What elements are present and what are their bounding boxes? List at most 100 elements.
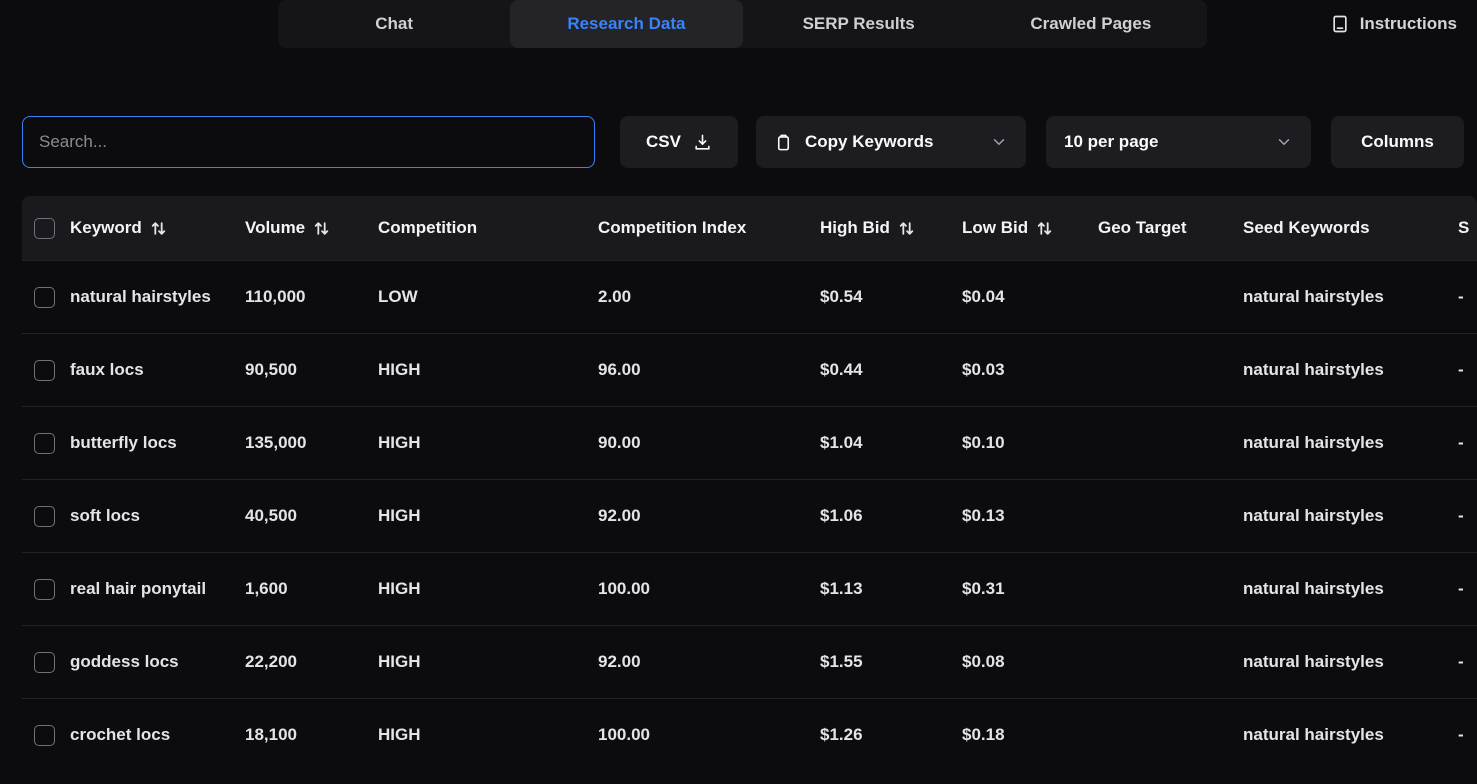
- high-bid-cell: $0.44: [820, 360, 962, 380]
- sort-icon[interactable]: [150, 220, 167, 237]
- competition-index-cell: 92.00: [598, 652, 820, 672]
- low-bid-cell: $0.08: [962, 652, 1098, 672]
- high-bid-cell: $0.54: [820, 287, 962, 307]
- keyword-cell: soft locs: [70, 506, 245, 526]
- row-checkbox[interactable]: [34, 287, 55, 308]
- truncated-cell: -: [1458, 433, 1477, 453]
- row-checkbox[interactable]: [34, 360, 55, 381]
- truncated-cell: -: [1458, 506, 1477, 526]
- table-row: soft locs 40,500 HIGH 92.00 $1.06 $0.13 …: [22, 479, 1477, 552]
- competition-cell: HIGH: [378, 579, 598, 599]
- sort-icon[interactable]: [1036, 220, 1053, 237]
- keyword-cell: crochet locs: [70, 725, 245, 745]
- high-bid-cell: $1.06: [820, 506, 962, 526]
- volume-cell: 110,000: [245, 287, 378, 307]
- column-header-low-bid[interactable]: Low Bid: [962, 218, 1098, 238]
- seed-keywords-cell: natural hairstyles: [1243, 579, 1458, 599]
- tab-crawled-pages[interactable]: Crawled Pages: [975, 0, 1207, 48]
- per-page-select[interactable]: 10 per page: [1046, 116, 1311, 168]
- low-bid-cell: $0.10: [962, 433, 1098, 453]
- row-checkbox[interactable]: [34, 433, 55, 454]
- column-header-high-bid[interactable]: High Bid: [820, 218, 962, 238]
- instructions-button[interactable]: Instructions: [1330, 11, 1457, 37]
- volume-cell: 40,500: [245, 506, 378, 526]
- competition-cell: LOW: [378, 287, 598, 307]
- high-bid-cell: $1.55: [820, 652, 962, 672]
- keywords-table: Keyword Volume Competiti: [22, 196, 1477, 784]
- high-bid-cell: $1.04: [820, 433, 962, 453]
- column-header-competition: Competition: [378, 218, 598, 238]
- competition-index-cell: 100.00: [598, 725, 820, 745]
- seed-keywords-cell: natural hairstyles: [1243, 287, 1458, 307]
- competition-index-cell: 2.00: [598, 287, 820, 307]
- per-page-value: 10 per page: [1064, 132, 1159, 152]
- table-row: goddess locs 22,200 HIGH 92.00 $1.55 $0.…: [22, 625, 1477, 698]
- research-data-page: Chat Research Data SERP Results Crawled …: [0, 0, 1477, 784]
- csv-export-button[interactable]: CSV: [620, 116, 738, 168]
- table-row: real hair ponytail 1,600 HIGH 100.00 $1.…: [22, 552, 1477, 625]
- csv-label: CSV: [646, 132, 681, 152]
- competition-cell: HIGH: [378, 725, 598, 745]
- competition-index-cell: 92.00: [598, 506, 820, 526]
- seed-keywords-cell: natural hairstyles: [1243, 360, 1458, 380]
- keyword-cell: natural hairstyles: [70, 287, 245, 307]
- volume-cell: 22,200: [245, 652, 378, 672]
- instructions-label: Instructions: [1360, 14, 1457, 34]
- table-row: faux locs 90,500 HIGH 96.00 $0.44 $0.03 …: [22, 333, 1477, 406]
- competition-index-cell: 90.00: [598, 433, 820, 453]
- keyword-cell: real hair ponytail: [70, 579, 245, 599]
- clipboard-icon: [774, 133, 793, 152]
- column-header-keyword[interactable]: Keyword: [70, 218, 245, 238]
- table-row: crochet locs 18,100 HIGH 100.00 $1.26 $0…: [22, 698, 1477, 771]
- columns-label: Columns: [1361, 132, 1434, 152]
- row-checkbox[interactable]: [34, 506, 55, 527]
- competition-cell: HIGH: [378, 506, 598, 526]
- tab-serp-results[interactable]: SERP Results: [743, 0, 975, 48]
- copy-keywords-button[interactable]: Copy Keywords: [756, 116, 1026, 168]
- low-bid-cell: $0.18: [962, 725, 1098, 745]
- table-header: Keyword Volume Competiti: [22, 196, 1477, 260]
- tab-research-data[interactable]: Research Data: [510, 0, 742, 48]
- chevron-down-icon: [990, 133, 1008, 151]
- keyword-cell: goddess locs: [70, 652, 245, 672]
- row-checkbox[interactable]: [34, 652, 55, 673]
- sort-icon[interactable]: [313, 220, 330, 237]
- keyword-cell: faux locs: [70, 360, 245, 380]
- tab-chat[interactable]: Chat: [278, 0, 510, 48]
- truncated-cell: -: [1458, 652, 1477, 672]
- book-icon: [1330, 14, 1350, 34]
- competition-index-cell: 96.00: [598, 360, 820, 380]
- tab-bar: Chat Research Data SERP Results Crawled …: [278, 0, 1207, 48]
- seed-keywords-cell: natural hairstyles: [1243, 725, 1458, 745]
- volume-cell: 135,000: [245, 433, 378, 453]
- volume-cell: 18,100: [245, 725, 378, 745]
- seed-keywords-cell: natural hairstyles: [1243, 506, 1458, 526]
- select-all-checkbox[interactable]: [34, 218, 55, 239]
- seed-keywords-cell: natural hairstyles: [1243, 433, 1458, 453]
- table-row: natural hairstyles 110,000 LOW 2.00 $0.5…: [22, 260, 1477, 333]
- sort-icon[interactable]: [898, 220, 915, 237]
- column-header-geo-target: Geo Target: [1098, 218, 1243, 238]
- seed-keywords-cell: natural hairstyles: [1243, 652, 1458, 672]
- row-checkbox[interactable]: [34, 579, 55, 600]
- truncated-cell: -: [1458, 579, 1477, 599]
- table-body: natural hairstyles 110,000 LOW 2.00 $0.5…: [22, 260, 1477, 771]
- volume-cell: 90,500: [245, 360, 378, 380]
- column-header-volume[interactable]: Volume: [245, 218, 378, 238]
- truncated-cell: -: [1458, 287, 1477, 307]
- copy-keywords-label: Copy Keywords: [805, 132, 933, 152]
- competition-index-cell: 100.00: [598, 579, 820, 599]
- column-header-competition-index: Competition Index: [598, 218, 820, 238]
- truncated-cell: -: [1458, 725, 1477, 745]
- search-input[interactable]: [22, 116, 595, 168]
- columns-button[interactable]: Columns: [1331, 116, 1464, 168]
- volume-cell: 1,600: [245, 579, 378, 599]
- high-bid-cell: $1.26: [820, 725, 962, 745]
- row-checkbox[interactable]: [34, 725, 55, 746]
- truncated-cell: -: [1458, 360, 1477, 380]
- low-bid-cell: $0.13: [962, 506, 1098, 526]
- keyword-cell: butterfly locs: [70, 433, 245, 453]
- column-header-seed-keywords: Seed Keywords: [1243, 218, 1458, 238]
- high-bid-cell: $1.13: [820, 579, 962, 599]
- low-bid-cell: $0.31: [962, 579, 1098, 599]
